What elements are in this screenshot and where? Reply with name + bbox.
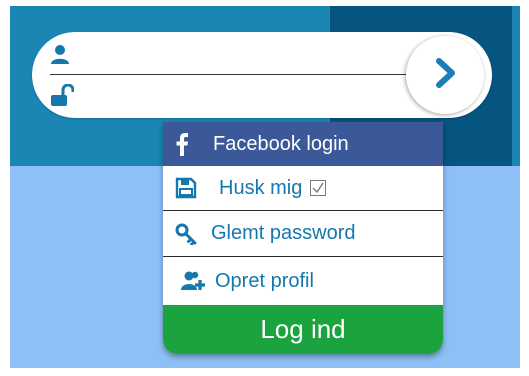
chevron-right-icon xyxy=(429,57,461,93)
user-icon xyxy=(50,42,74,66)
username-field xyxy=(50,34,430,75)
remember-me-label: Husk mig xyxy=(219,176,303,199)
facebook-login-button[interactable]: Facebook login xyxy=(163,122,443,166)
unlock-icon xyxy=(50,83,75,108)
header-accent-strip xyxy=(512,6,520,166)
log-in-button[interactable]: Log ind xyxy=(163,305,443,354)
password-input[interactable] xyxy=(82,82,426,112)
username-input[interactable] xyxy=(82,40,426,70)
add-user-icon xyxy=(181,270,207,292)
login-form xyxy=(32,32,492,118)
create-profile-label: Opret profil xyxy=(215,269,314,292)
login-options-menu: Facebook login Husk mig Glemt password O… xyxy=(163,122,443,354)
facebook-login-label: Facebook login xyxy=(213,132,349,155)
forgot-password-link[interactable]: Glemt password xyxy=(163,211,443,257)
remember-me-checkbox[interactable] xyxy=(310,180,327,196)
submit-button[interactable] xyxy=(406,36,484,114)
floppy-disk-icon xyxy=(175,177,197,199)
remember-me-row[interactable]: Husk mig xyxy=(163,166,443,211)
forgot-password-label: Glemt password xyxy=(211,222,356,244)
create-profile-link[interactable]: Opret profil xyxy=(163,257,443,305)
key-icon xyxy=(175,223,197,245)
facebook-icon xyxy=(175,132,195,156)
password-field xyxy=(50,76,430,116)
